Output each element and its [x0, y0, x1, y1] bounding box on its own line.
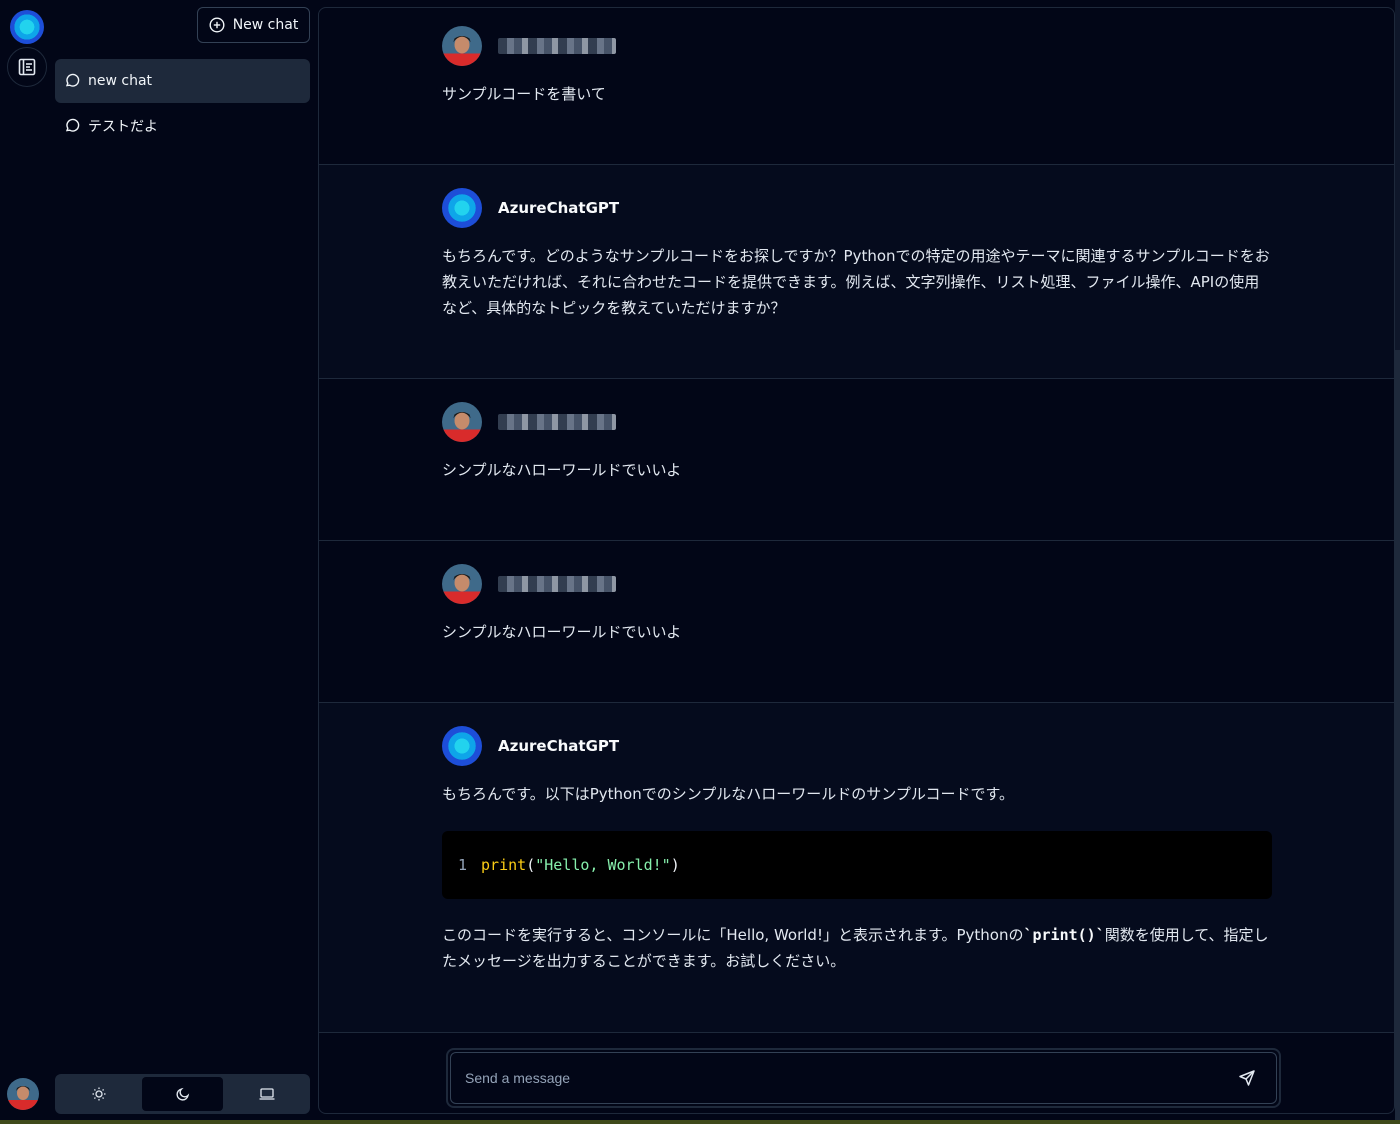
user-message: サンプルコードを書いて [319, 8, 1394, 165]
moon-icon [175, 1087, 189, 1101]
bot-avatar-icon [442, 188, 482, 228]
dark-theme-button[interactable] [142, 1077, 223, 1111]
chat-panel: サンプルコードを書いて AzureChatGPT もちろんです。どのようなサンプ… [318, 7, 1395, 1114]
user-name-redacted [498, 38, 616, 54]
user-avatar [442, 564, 482, 604]
chat-bubble-icon [65, 73, 80, 87]
assistant-message: AzureChatGPT もちろんです。どのようなサンプルコードをお探しですか？… [319, 165, 1394, 379]
scrollbar[interactable] [1395, 0, 1400, 1124]
sun-icon [92, 1087, 105, 1101]
bot-name: AzureChatGPT [498, 199, 620, 217]
outro-text: このコードを実行すると、コンソールに「Hello, World!」と表示されます… [442, 926, 1024, 944]
chat-list-item[interactable]: new chat [55, 59, 310, 103]
send-icon [1239, 1070, 1255, 1086]
code-function: print [481, 856, 527, 874]
assistant-message: AzureChatGPT もちろんです。以下はPythonでのシンプルなハローワ… [319, 703, 1394, 1033]
chat-bubble-icon [65, 118, 80, 132]
scrollbar-thumb[interactable] [1395, 350, 1400, 1124]
code-string: "Hello, World!" [535, 856, 671, 874]
window-bottom-edge [0, 1120, 1400, 1124]
left-rail [0, 0, 55, 1124]
plus-circle-icon [209, 17, 225, 33]
user-message: シンプルなハローワールドでいいよ [319, 379, 1394, 541]
inline-code: `print()` [1023, 926, 1105, 944]
sidebar: New chat new chat テストだよ [55, 0, 312, 1124]
user-name-redacted [498, 576, 616, 592]
message-text: サンプルコードを書いて [442, 85, 606, 103]
new-chat-button[interactable]: New chat [197, 7, 310, 43]
message-text: シンプルなハローワールドでいいよ [442, 623, 682, 641]
message-input[interactable] [465, 1070, 1232, 1086]
app-logo-icon[interactable] [10, 10, 44, 44]
sidebar-toggle-icon [18, 58, 36, 76]
code-block: 1 print("Hello, World!") [442, 831, 1272, 899]
code-paren-open: ( [526, 856, 536, 874]
code-paren-close: ) [670, 856, 680, 874]
light-theme-button[interactable] [58, 1077, 139, 1111]
bot-name: AzureChatGPT [498, 737, 620, 755]
system-theme-button[interactable] [226, 1077, 307, 1111]
chat-item-label: new chat [88, 73, 153, 89]
user-message: シンプルなハローワールドでいいよ [319, 541, 1394, 703]
new-chat-label: New chat [232, 17, 299, 33]
laptop-icon [259, 1088, 274, 1100]
message-text: シンプルなハローワールドでいいよ [442, 461, 682, 479]
send-button[interactable] [1232, 1063, 1262, 1093]
message-text: もちろんです。以下はPythonでのシンプルなハローワールドのサンプルコードです… [442, 785, 1015, 803]
message-text: このコードを実行すると、コンソールに「Hello, World!」と表示されます… [442, 922, 1272, 974]
sidebar-toggle-button[interactable] [7, 47, 47, 87]
message-text: もちろんです。どのようなサンプルコードをお探しですか？Pythonでの特定の用途… [442, 247, 1270, 317]
user-name-redacted [498, 414, 616, 430]
theme-switcher [55, 1074, 310, 1114]
code-line-number: 1 [458, 856, 468, 874]
bot-avatar-icon [442, 726, 482, 766]
user-avatar [442, 26, 482, 66]
chat-item-label: テストだよ [88, 119, 158, 135]
message-input-container [446, 1048, 1281, 1108]
chat-list-item[interactable]: テストだよ [55, 104, 310, 148]
user-avatar[interactable] [7, 1078, 39, 1110]
user-avatar [442, 402, 482, 442]
